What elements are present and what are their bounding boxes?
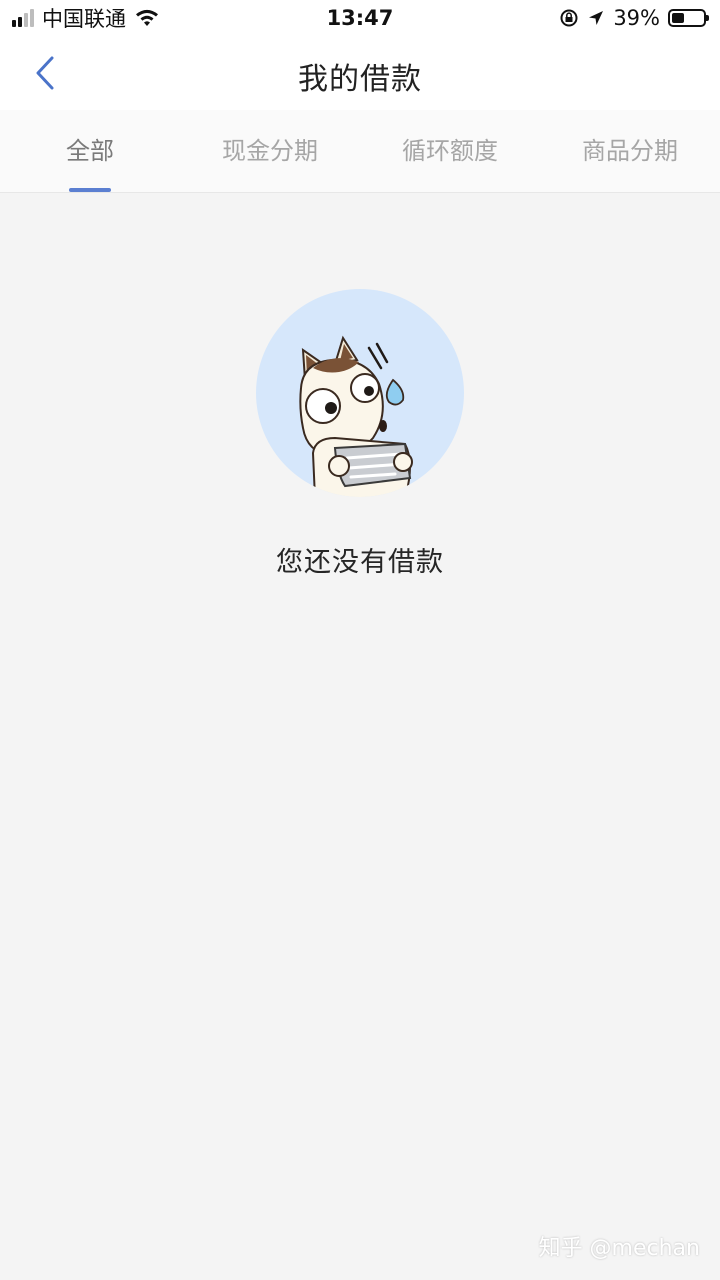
location-arrow-icon xyxy=(589,11,604,25)
battery-percent: 39% xyxy=(613,6,660,30)
status-bar: 中国联通 13:47 39% xyxy=(0,0,720,36)
empty-state: 您还没有借款 xyxy=(0,288,720,579)
empty-message: 您还没有借款 xyxy=(276,547,444,578)
navigation-bar: 我的借款 xyxy=(0,36,720,110)
active-tab-indicator xyxy=(69,188,111,192)
tab-label: 商品分期 xyxy=(582,137,678,165)
tab-all[interactable]: 全部 xyxy=(0,110,180,192)
tab-label: 循环额度 xyxy=(402,137,498,165)
orientation-lock-icon xyxy=(560,9,578,27)
tab-bar: 全部 现金分期 循环额度 商品分期 xyxy=(0,110,720,193)
back-button[interactable] xyxy=(20,48,70,98)
battery-icon xyxy=(668,9,709,27)
watermark: 知乎 @mechan xyxy=(538,1236,700,1261)
battery-level xyxy=(672,13,684,23)
chevron-left-icon xyxy=(36,56,54,90)
tab-label: 全部 xyxy=(66,137,114,165)
tab-product-installment[interactable]: 商品分期 xyxy=(540,110,720,192)
empty-illustration xyxy=(256,289,464,497)
tab-label: 现金分期 xyxy=(222,137,318,165)
tab-revolving-credit[interactable]: 循环额度 xyxy=(360,110,540,192)
tab-cash-installment[interactable]: 现金分期 xyxy=(180,110,360,192)
status-bar-right: 39% xyxy=(559,5,709,31)
page-title: 我的借款 xyxy=(298,62,422,97)
